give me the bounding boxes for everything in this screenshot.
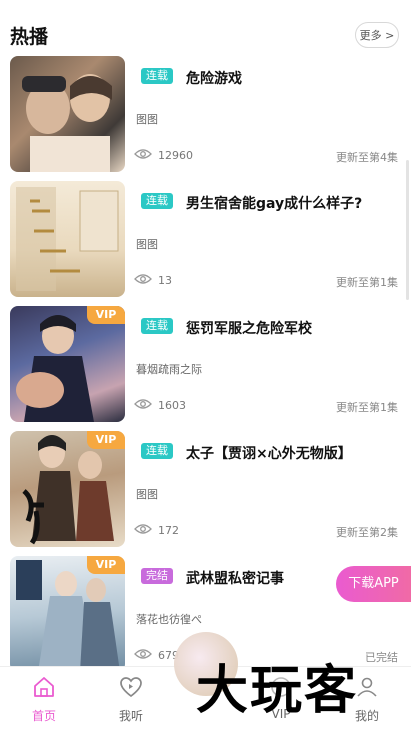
author-name: 落花也彷徨ぺ xyxy=(136,613,202,626)
cover-image[interactable] xyxy=(10,56,125,172)
tab-home[interactable]: 首页 xyxy=(3,667,85,731)
status-tag: 连载 xyxy=(141,318,173,334)
cover-art xyxy=(16,187,119,291)
vip-badge: VIP xyxy=(87,306,125,324)
update-status: 更新至第1集 xyxy=(336,401,398,414)
vip-badge: VIP xyxy=(87,556,125,574)
comic-title[interactable]: 太子【贾诩×心外无物版】 xyxy=(186,443,352,463)
update-status: 更新至第1集 xyxy=(336,276,398,289)
list-item[interactable]: VIP 连载 太子【贾诩×心外无物版】 图图 172 更新至第2集 xyxy=(0,431,411,549)
tab-label: 首页 xyxy=(31,709,56,723)
eye-icon xyxy=(134,649,152,659)
eye-icon xyxy=(134,149,152,159)
update-status: 更新至第4集 xyxy=(336,151,398,164)
section-header: 热播 更多 > xyxy=(0,0,411,56)
comic-title[interactable]: 武林盟私密记事 xyxy=(186,568,284,588)
home-icon xyxy=(34,677,54,697)
cover-image[interactable] xyxy=(10,181,125,297)
tab-label: 我听 xyxy=(118,709,143,723)
view-count: 172 xyxy=(158,524,179,537)
author-name: 暮烟疏雨之际 xyxy=(136,363,202,376)
section-title: 热播 xyxy=(10,26,49,48)
list-item[interactable]: 连载 男生宿舍能gay成什么样子? 图图 13 更新至第1集 xyxy=(0,181,411,299)
list-item[interactable]: 连载 危险游戏 图图 12960 更新至第4集 xyxy=(0,56,411,174)
update-status: 已完结 xyxy=(365,651,398,664)
status-tag: 连载 xyxy=(141,193,173,209)
heart-icon xyxy=(120,677,142,698)
comic-title[interactable]: 惩罚军服之危险军校 xyxy=(186,318,312,338)
cover-image[interactable]: VIP xyxy=(10,431,125,547)
vip-badge: VIP xyxy=(87,431,125,449)
update-status: 更新至第2集 xyxy=(336,526,398,539)
user-icon xyxy=(357,677,377,697)
eye-icon xyxy=(134,399,152,409)
view-count: 1603 xyxy=(158,399,186,412)
tab-listen[interactable]: 我听 xyxy=(90,667,172,731)
comic-title[interactable]: 危险游戏 xyxy=(186,68,242,88)
comic-title[interactable]: 男生宿舍能gay成什么样子? xyxy=(186,193,362,213)
cover-image[interactable]: VIP xyxy=(10,306,125,422)
eye-icon xyxy=(134,524,152,534)
author-name: 图图 xyxy=(136,488,158,501)
author-name: 图图 xyxy=(136,238,158,251)
more-button[interactable]: 更多 > xyxy=(355,22,399,48)
status-tag: 连载 xyxy=(141,68,173,84)
status-tag: 完结 xyxy=(141,568,173,584)
eye-icon xyxy=(134,274,152,284)
status-tag: 连载 xyxy=(141,443,173,459)
author-name: 图图 xyxy=(136,113,158,126)
view-count: 12960 xyxy=(158,149,193,162)
cover-art xyxy=(22,74,112,172)
list-item[interactable]: VIP 连载 惩罚军服之危险军校 暮烟疏雨之际 1603 更新至第1集 xyxy=(0,306,411,424)
cover-image[interactable]: VIP xyxy=(10,556,125,672)
watermark-text: 大玩客 xyxy=(196,660,359,721)
view-count: 13 xyxy=(158,274,172,287)
download-app-button[interactable]: 下载APP xyxy=(336,566,411,602)
